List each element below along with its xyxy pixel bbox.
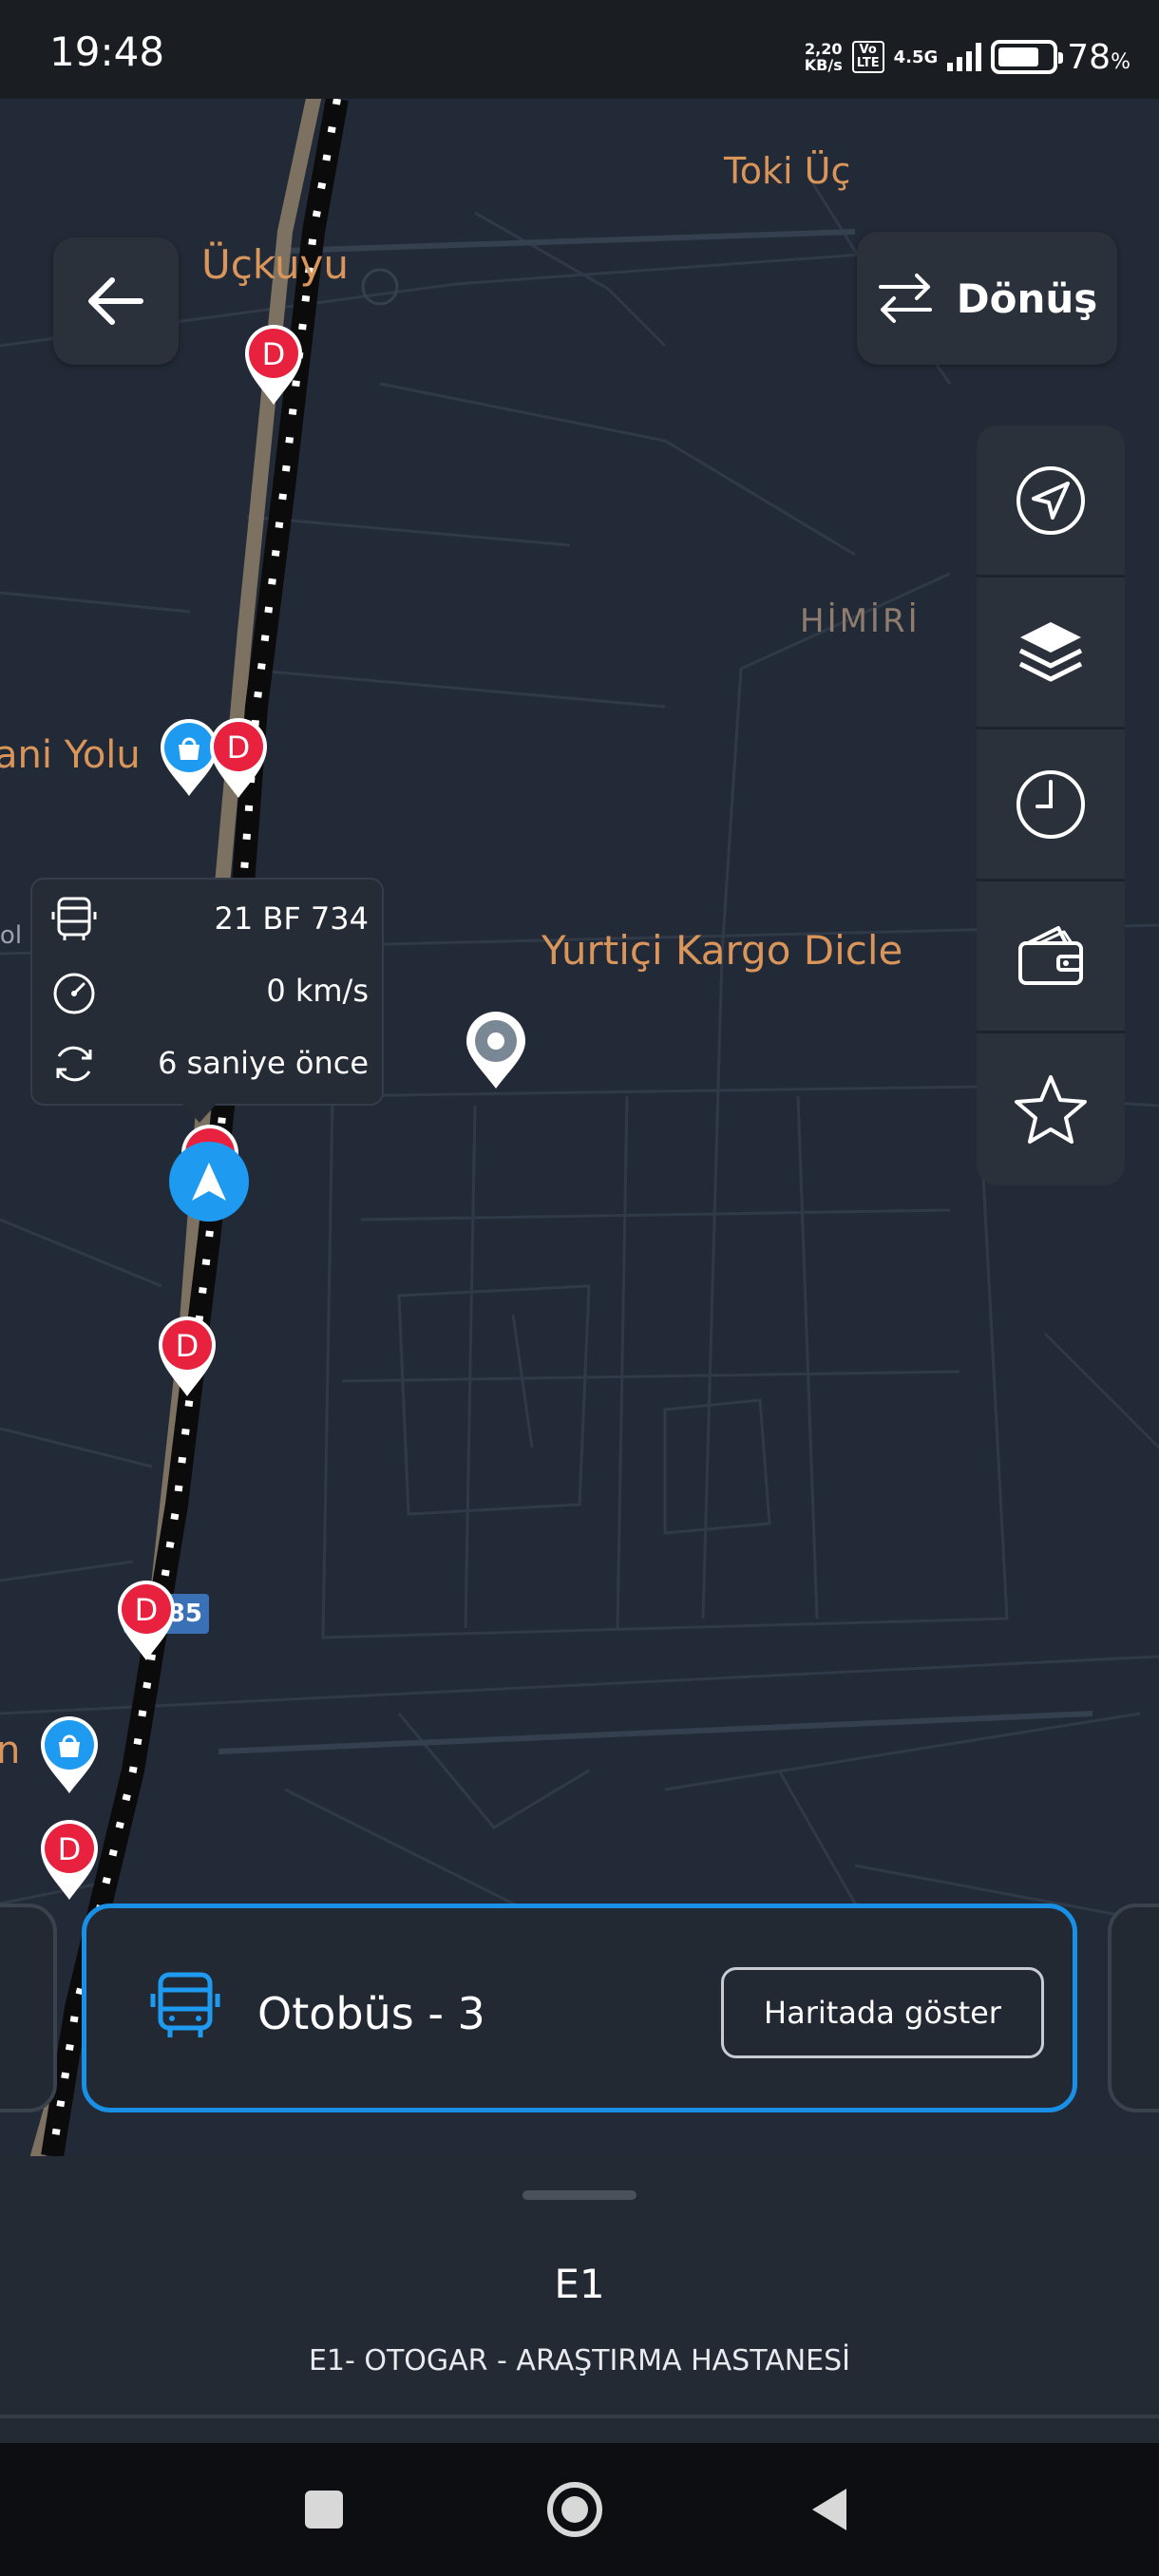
network-speed: 2,20 KB/s [805,41,843,73]
vehicle-info-popup[interactable]: 21 BF 734 0 km/s 6 saniye önce [30,878,384,1106]
bus-stop-letter: D [58,1831,82,1867]
system-nav-bar [0,2443,1159,2576]
map-label-edge-n: n [0,1729,21,1772]
vehicle-card[interactable]: Otobüs - 3 Haritada göster [82,1904,1077,2112]
arrow-left-icon [88,277,143,325]
map-label-uckuyu: Üçkuyu [201,241,349,288]
bus-stop-letter: D [262,336,286,372]
sheet-divider [0,2415,1159,2418]
vehicle-plate: 21 BF 734 [214,900,370,937]
status-time: 19:48 [49,28,165,75]
bus-stop-marker[interactable]: D [115,1577,178,1662]
bus-stop-marker[interactable]: D [207,714,270,800]
map-view[interactable]: Üçkuyu Toki Üç HİMİRİ ani Yolu n ool Yur… [0,99,1159,2156]
donus-button[interactable]: Dönüş [857,232,1117,365]
bus-stop-letter: D [227,729,251,766]
vehicle-card-previous[interactable] [0,1904,57,2112]
home-button[interactable] [532,2472,618,2548]
route-bottom-sheet[interactable]: E1 E1- OTOGAR - ARAŞTIRMA HASTANESİ [0,2156,1159,2443]
place-pin-icon[interactable] [463,1011,529,1090]
recents-button[interactable] [281,2472,367,2548]
home-circle-icon [547,2482,602,2537]
navigation-arrow-icon [192,1163,226,1201]
bus-stop-marker[interactable]: D [38,1816,101,1902]
bus-location-marker[interactable] [169,1142,249,1222]
vehicle-card-next[interactable] [1108,1904,1159,2112]
popup-speed-row: 0 km/s [32,957,386,1024]
volte-icon: Vo LTE [851,41,884,73]
bus-stop-letter: D [135,1592,159,1628]
map-label-himiri: HİMİRİ [800,602,921,640]
route-code: E1 [554,2261,605,2307]
map-side-toolbar [977,426,1125,1185]
bus-stop-marker[interactable]: D [156,1313,218,1398]
status-icons: 2,20 KB/s Vo LTE 4.5G 78% [805,34,1130,80]
back-button[interactable] [53,237,179,365]
popup-pointer [182,1104,217,1123]
show-on-map-button[interactable]: Haritada göster [721,1967,1044,2058]
popup-plate-row: 21 BF 734 [32,885,386,952]
battery-icon [991,40,1064,74]
map-label-edge-ool: ool [0,921,23,950]
favorites-button[interactable] [977,1033,1125,1185]
battery-percent: 78% [1067,37,1130,77]
vehicle-speed: 0 km/s [266,973,369,1009]
star-icon [1015,1075,1087,1144]
layers-button[interactable] [977,578,1125,729]
shopping-marker-icon[interactable] [38,1714,101,1795]
network-type: 4.5G [893,47,939,67]
square-icon [305,2491,343,2529]
speedometer-icon [53,973,95,1014]
my-location-button[interactable] [977,426,1125,578]
wallet-icon [1018,925,1083,985]
system-back-button[interactable] [787,2472,872,2548]
vehicle-card-title: Otobüs - 3 [257,1988,485,2039]
status-bar: 19:48 2,20 KB/s Vo LTE 4.5G 78% [0,0,1159,99]
network-speed-value: 2,20 [804,40,843,58]
navigation-arrow-icon [1016,465,1085,535]
route-name: E1- OTOGAR - ARAŞTIRMA HASTANESİ [308,2344,851,2377]
refresh-icon [56,1046,92,1082]
battery-level [998,47,1039,66]
donus-label: Dönüş [956,275,1098,322]
bus-icon [150,1972,220,2037]
bus-stop-marker[interactable]: D [242,321,305,407]
vehicle-updated-time: 6 saniye önce [158,1045,369,1081]
signal-icon [947,43,982,71]
history-button[interactable] [977,729,1125,881]
sheet-drag-handle[interactable] [522,2190,636,2200]
clock-icon [1016,769,1085,839]
map-label-yolu: ani Yolu [0,733,141,777]
swap-arrows-icon [878,274,932,323]
map-label-toki: Toki Üç [724,150,851,192]
triangle-back-icon [812,2489,846,2530]
layers-icon [1018,621,1083,681]
popup-updated-row: 6 saniye önce [32,1030,386,1096]
bus-icon [51,897,97,940]
wallet-button[interactable] [977,881,1125,1033]
bus-stop-letter: D [176,1328,200,1364]
network-speed-unit: KB/s [804,56,843,74]
place-name[interactable]: Yurtiçi Kargo Dicle [542,927,902,974]
